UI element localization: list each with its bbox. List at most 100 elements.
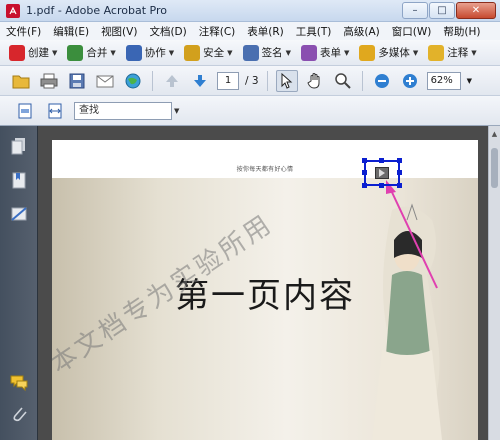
tasks-toolbar: 创建 ▼ 合并 ▼ 协作 ▼ 安全 ▼ 签名 ▼ 表单 ▼ 多媒体 ▼ 注释 ▼ xyxy=(0,40,500,66)
forms-button[interactable]: 表单 ▼ xyxy=(298,43,352,63)
comment-icon xyxy=(428,44,445,61)
title-bar: 1.pdf - Adobe Acrobat Pro – □ ✕ xyxy=(0,0,500,22)
fit-width-icon xyxy=(48,103,62,118)
paperclip-icon xyxy=(13,407,27,422)
resize-handle[interactable] xyxy=(397,170,402,175)
create-icon xyxy=(9,44,25,61)
multimedia-button[interactable]: 多媒体 ▼ xyxy=(356,43,421,63)
toolbar-divider xyxy=(361,70,363,91)
document-view[interactable]: 按你每天都有好心情 第一页内容 本文档专为实验所用 ▲ xyxy=(38,126,500,440)
disk-icon xyxy=(69,73,85,88)
play-icon[interactable] xyxy=(375,167,389,179)
chevron-down-icon[interactable]: ▼ xyxy=(467,77,472,85)
comments-panel-button[interactable] xyxy=(9,372,29,392)
resize-handle[interactable] xyxy=(362,158,367,163)
chevron-down-icon: ▼ xyxy=(285,48,291,57)
arrow-up-icon xyxy=(166,74,178,87)
share-button[interactable] xyxy=(122,70,144,92)
email-button[interactable] xyxy=(94,70,116,92)
menu-forms[interactable]: 表单(R) xyxy=(247,24,284,39)
arrow-down-icon xyxy=(194,74,206,87)
sign-button[interactable]: 签名 ▼ xyxy=(240,43,294,63)
print-button[interactable] xyxy=(38,70,60,92)
resize-handle[interactable] xyxy=(397,183,402,188)
multimedia-label: 多媒体 xyxy=(378,47,410,59)
create-label: 创建 xyxy=(28,47,49,59)
vertical-scrollbar[interactable]: ▲ xyxy=(488,126,500,440)
maximize-button[interactable]: □ xyxy=(429,2,455,19)
menu-file[interactable]: 文件(F) xyxy=(6,24,41,39)
menu-comments[interactable]: 注释(C) xyxy=(199,24,236,39)
minimize-button[interactable]: – xyxy=(402,2,428,19)
combine-icon xyxy=(67,44,84,61)
pen-icon xyxy=(242,44,259,61)
form-icon xyxy=(300,44,317,61)
bookmark-icon xyxy=(12,172,26,189)
resize-handle[interactable] xyxy=(362,170,367,175)
comment-bubble-icon xyxy=(10,375,28,392)
scroll-up-icon[interactable]: ▲ xyxy=(491,130,498,138)
chevron-down-icon: ▼ xyxy=(110,48,116,57)
menu-edit[interactable]: 编辑(E) xyxy=(53,24,89,39)
hand-tool-button[interactable] xyxy=(304,70,326,92)
zoom-out-button[interactable] xyxy=(371,70,393,92)
attachments-panel-button[interactable] xyxy=(9,404,29,424)
menu-document[interactable]: 文档(D) xyxy=(149,24,186,39)
menu-advanced[interactable]: 高级(A) xyxy=(343,24,379,39)
chevron-down-icon: ▼ xyxy=(168,48,175,57)
find-input[interactable]: 查找 xyxy=(74,101,172,120)
security-button[interactable]: 安全 ▼ xyxy=(181,43,235,63)
security-label: 安全 xyxy=(203,47,225,59)
open-button[interactable] xyxy=(10,70,32,92)
menu-window[interactable]: 窗口(W) xyxy=(392,24,432,39)
folder-icon xyxy=(12,75,30,88)
create-button[interactable]: 创建 ▼ xyxy=(6,43,60,63)
lock-icon xyxy=(184,44,201,61)
chevron-down-icon: ▼ xyxy=(227,48,233,57)
marquee-zoom-button[interactable] xyxy=(332,70,354,92)
signature-icon xyxy=(11,207,27,221)
navigation-toolbar: 1 / 3 62% ▼ xyxy=(0,66,500,96)
signatures-panel-button[interactable] xyxy=(9,204,29,224)
chevron-down-icon: ▼ xyxy=(412,48,419,57)
zoom-in-button[interactable] xyxy=(399,70,421,92)
comment-label: 注释 xyxy=(447,47,469,59)
page-count: / 3 xyxy=(245,74,259,87)
menu-help[interactable]: 帮助(H) xyxy=(443,24,480,39)
scrollbar-thumb[interactable] xyxy=(491,148,498,188)
navigation-pane xyxy=(0,126,38,440)
resize-handle[interactable] xyxy=(379,183,384,188)
save-button[interactable] xyxy=(66,70,88,92)
page-number-input[interactable]: 1 xyxy=(217,71,239,90)
zoom-level-input[interactable]: 62% xyxy=(426,71,461,90)
find-toolbar: 查找 ▼ xyxy=(0,96,500,126)
resize-handle[interactable] xyxy=(362,183,367,188)
toolbar-divider xyxy=(266,70,268,91)
menu-view[interactable]: 视图(V) xyxy=(101,24,137,39)
menu-bar: 文件(F) 编辑(E) 视图(V) 文档(D) 注释(C) 表单(R) 工具(T… xyxy=(0,22,500,40)
magnifier-icon xyxy=(334,72,351,89)
menu-tools[interactable]: 工具(T) xyxy=(296,24,332,39)
resize-handle[interactable] xyxy=(397,158,402,163)
multimedia-icon xyxy=(359,44,376,61)
fit-width-button[interactable] xyxy=(44,100,66,122)
bookmarks-panel-button[interactable] xyxy=(9,170,29,190)
sign-label: 签名 xyxy=(261,47,283,59)
previous-page-button[interactable] xyxy=(161,70,183,92)
next-page-button[interactable] xyxy=(189,70,211,92)
collaborate-button[interactable]: 协作 ▼ xyxy=(123,43,177,63)
media-annotation[interactable] xyxy=(362,158,402,188)
pages-panel-button[interactable] xyxy=(9,136,29,156)
minus-icon xyxy=(374,73,389,88)
pdf-page[interactable]: 按你每天都有好心情 第一页内容 本文档专为实验所用 xyxy=(52,140,478,440)
select-tool-button[interactable] xyxy=(275,69,298,92)
chevron-down-icon[interactable]: ▼ xyxy=(174,107,179,115)
comment-button[interactable]: 注释 ▼ xyxy=(425,43,479,63)
collaborate-icon xyxy=(125,44,142,61)
resize-handle[interactable] xyxy=(379,158,384,163)
close-button[interactable]: ✕ xyxy=(456,2,496,19)
combine-button[interactable]: 合并 ▼ xyxy=(64,43,118,63)
fit-page-button[interactable] xyxy=(14,100,36,122)
printer-icon xyxy=(40,73,58,88)
chevron-down-icon: ▼ xyxy=(471,48,477,57)
